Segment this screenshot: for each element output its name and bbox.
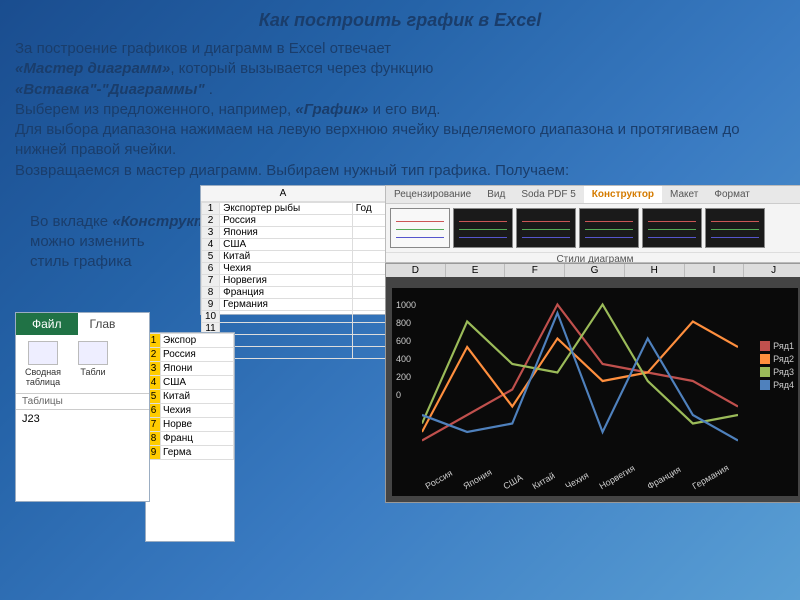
pivot-table-icon <box>28 341 58 365</box>
col-header[interactable]: D <box>386 264 446 277</box>
intro-4: Для выбора диапазона нажимаем на левую в… <box>15 121 740 158</box>
excel-country-list: A 1Экспортер рыбыГод 2Россия 3Япония 4СШ… <box>200 185 390 315</box>
tab-sodapdf[interactable]: Soda PDF 5 <box>513 186 583 203</box>
tab-constructor[interactable]: Конструктор <box>584 186 662 203</box>
cell[interactable]: Норве <box>161 417 234 431</box>
cell-exporter[interactable]: Экспортер рыбы <box>220 202 353 214</box>
chart-style-thumb[interactable] <box>453 208 513 248</box>
chart-legend: Ряд1Ряд2Ряд3Ряд4 <box>760 338 794 393</box>
cell[interactable]: Россия <box>161 347 234 361</box>
cell[interactable]: Герма <box>161 445 234 459</box>
col-header[interactable]: J <box>744 264 800 277</box>
intro-1a: За построение графиков и диаграмм в Exce… <box>15 40 391 57</box>
tab-format[interactable]: Формат <box>706 186 758 203</box>
cell[interactable]: Китай <box>161 389 234 403</box>
tables-section-label: Таблицы <box>16 393 149 409</box>
slide-body: За построение графиков и диаграмм в Exce… <box>15 39 785 181</box>
tab-review[interactable]: Рецензирование <box>386 186 479 203</box>
chart-style-thumb[interactable] <box>642 208 702 248</box>
cell[interactable]: Япония <box>220 226 353 238</box>
intro-2dot: . <box>205 81 213 98</box>
excel-ribbon: Рецензирование Вид Soda PDF 5 Конструкто… <box>385 185 800 263</box>
chart-styles-gallery <box>386 204 800 252</box>
chart-xaxis: РоссияЯпонияСШАКитайЧехияНорвегияФранция… <box>422 482 738 492</box>
chart-canvas[interactable]: 1000 800 600 400 200 0 РоссияЯпонияСШАКи… <box>392 288 798 496</box>
overlay-d: стиль графика <box>30 253 132 270</box>
overlay-c: можно изменить <box>30 233 145 250</box>
excel-chart-preview: D E F G H I J 1000 800 600 400 200 0 <box>385 263 800 503</box>
tab-view[interactable]: Вид <box>479 186 513 203</box>
pivot-table-button[interactable]: Сводная таблица <box>22 341 64 387</box>
intro-3c: и его вид. <box>368 101 440 118</box>
cell[interactable]: США <box>220 238 353 250</box>
cell[interactable]: Чехия <box>220 262 353 274</box>
name-box[interactable]: J23 <box>16 409 149 428</box>
intro-graph: «График» <box>295 101 368 118</box>
cell[interactable]: Россия <box>220 214 353 226</box>
intro-3a: Выберем из предложенного, например, <box>15 101 295 118</box>
col-header[interactable]: H <box>625 264 685 277</box>
col-header[interactable]: G <box>565 264 625 277</box>
chart-style-thumb[interactable] <box>516 208 576 248</box>
cell[interactable]: США <box>161 375 234 389</box>
cell-year[interactable]: Год <box>352 202 388 214</box>
chart-style-thumb[interactable] <box>579 208 639 248</box>
excel-selection-snippet: 1Экспор 2Россия 3Япони 4США 5Китай 6Чехи… <box>145 332 235 542</box>
col-header[interactable]: F <box>505 264 565 277</box>
cell[interactable]: Экспор <box>161 333 234 347</box>
cell[interactable]: Франц <box>161 431 234 445</box>
intro-1c: , который вызывается через функцию <box>170 60 433 77</box>
excel-file-ribbon: ФайлГлав Сводная таблица Табли Таблицы J… <box>15 312 150 502</box>
chart-yaxis: 1000 800 600 400 200 0 <box>396 296 416 404</box>
table-icon <box>78 341 108 365</box>
col-a-header: A <box>223 188 343 199</box>
col-header[interactable]: E <box>446 264 506 277</box>
intro-master: «Мастер диаграмм» <box>15 60 170 77</box>
tab-layout[interactable]: Макет <box>662 186 706 203</box>
chart-style-thumb[interactable] <box>390 208 450 248</box>
cell[interactable]: Чехия <box>161 403 234 417</box>
cell[interactable]: Германия <box>220 298 353 310</box>
slide-title: Как построить график в Excel <box>15 10 785 31</box>
chart-style-thumb[interactable] <box>705 208 765 248</box>
sheet-columns: D E F G H I J <box>386 264 800 277</box>
intro-insert: «Вставка"-"Диаграммы" <box>15 81 205 98</box>
cell[interactable]: Норвегия <box>220 274 353 286</box>
chart-plot <box>422 296 738 466</box>
cell[interactable]: Китай <box>220 250 353 262</box>
table-button[interactable]: Табли <box>72 341 114 387</box>
cell[interactable]: Япони <box>161 361 234 375</box>
cell[interactable]: Франция <box>220 286 353 298</box>
file-tab[interactable]: Файл <box>16 313 78 335</box>
home-tab[interactable]: Глав <box>78 313 128 335</box>
intro-5: Возвращаемся в мастер диаграмм. Выбираем… <box>15 162 569 179</box>
col-header[interactable]: I <box>685 264 745 277</box>
overlay-a: Во вкладке <box>30 213 112 230</box>
ribbon-tabs: Рецензирование Вид Soda PDF 5 Конструкто… <box>386 186 800 204</box>
